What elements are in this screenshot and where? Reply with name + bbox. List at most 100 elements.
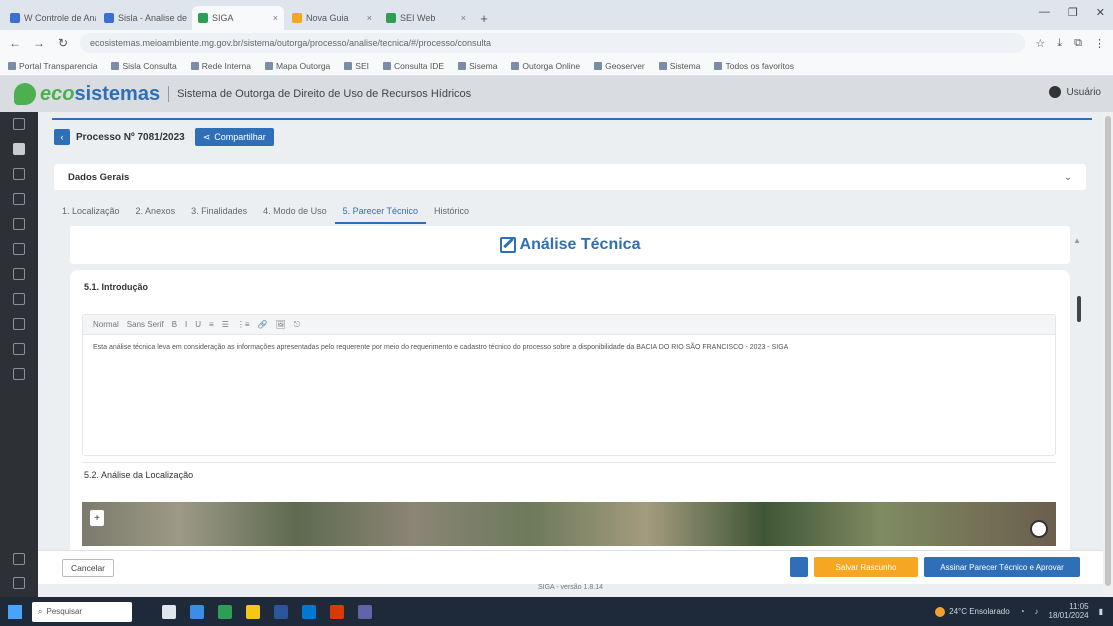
process-title: Processo Nº 7081/2023 [76,131,185,143]
tab-historico[interactable]: Histórico [426,202,477,224]
user-menu[interactable]: Usuário [1048,86,1101,98]
image-icon[interactable]: 🖼 [276,320,286,329]
bookmark-item[interactable]: Geoserver [594,61,645,71]
windows-start-icon[interactable] [8,604,22,619]
browser-tab[interactable]: W Controle de Analises× [4,6,96,30]
edge-icon[interactable] [190,604,204,619]
notifications-icon[interactable]: ▮ [1099,607,1103,616]
bookmark-icon [264,61,273,70]
report-icon[interactable] [13,343,25,355]
menu-toggle-icon[interactable] [13,118,25,130]
tab-finalidades[interactable]: 3. Finalidades [183,202,255,224]
home-icon[interactable] [13,143,25,155]
weather-widget[interactable]: 24°C Ensolarado [935,606,1010,617]
calendar-icon[interactable] [13,293,25,305]
chart-icon[interactable] [13,268,25,280]
users-icon[interactable] [13,318,25,330]
tab-favicon-icon [386,13,396,23]
ordered-list-icon[interactable]: ⋮≡ [237,320,250,329]
tab-localizacao[interactable]: 1. Localização [54,202,128,224]
settings-icon[interactable] [13,577,25,589]
browser-tab[interactable]: SEI Web × [380,6,472,30]
list-icon[interactable]: ☰ [222,320,229,329]
bookmark-item[interactable]: Consulta IDE [382,61,444,71]
save-draft-button[interactable]: Salvar Rascunho [814,557,918,577]
bold-icon[interactable]: B [172,320,177,329]
cancel-button[interactable]: Cancelar [62,559,115,577]
outlook-icon[interactable] [302,604,316,619]
action-footer: Cancelar Salvar Rascunho Assinar Parecer… [38,550,1103,584]
teams-icon[interactable] [358,604,372,619]
page-scrollbar[interactable] [1103,112,1113,597]
forward-icon[interactable]: → [32,36,46,50]
clock[interactable]: 11:05 18/01/2024 [1049,602,1089,621]
satellite-map[interactable]: + [82,502,1056,546]
sign-approve-button[interactable]: Assinar Parecer Técnico e Aprovar [924,557,1080,577]
link-icon[interactable]: 🔗 [258,320,268,329]
help-icon[interactable] [13,553,25,565]
taskbar-search[interactable]: ⌕ Pesquisar [32,601,132,622]
new-tab-button[interactable]: + [474,6,494,30]
bookmark-item[interactable]: Sistema [658,61,700,71]
bookmark-item[interactable]: Outorga Online [511,61,580,71]
tools-icon[interactable] [13,368,25,380]
ecosistemas-logo-icon [14,83,36,105]
close-icon[interactable]: × [367,13,372,23]
folder-icon[interactable] [13,243,25,255]
close-icon[interactable]: × [461,13,466,23]
bookmark-item[interactable]: Mapa Outorga [264,61,330,71]
tab-anexos[interactable]: 2. Anexos [128,202,184,224]
back-button[interactable]: ‹ [54,129,70,145]
bookmark-item[interactable]: Portal Transparencia [8,61,97,71]
sun-icon [935,606,946,617]
task-view-icon[interactable] [162,604,176,619]
powerpoint-icon[interactable] [330,604,344,619]
globe-icon[interactable] [1030,520,1048,538]
tab-modo-de-uso[interactable]: 4. Modo de Uso [255,202,335,224]
map-icon[interactable] [13,218,25,230]
file-explorer-icon[interactable] [246,604,260,619]
browser-tab[interactable]: Sisla - Analise de Pr...× [98,6,190,30]
browser-tab[interactable]: Nova Guia × [286,6,378,30]
bookmark-item-all[interactable]: Todos os favoritos [714,61,794,71]
extensions-icon[interactable]: ⧉ [1074,37,1082,50]
bookmark-item[interactable]: SEI [344,61,369,71]
clear-format-icon[interactable]: ⎋ [294,320,300,330]
bookmark-item[interactable]: Sisema [458,61,497,71]
reload-icon[interactable]: ↻ [56,36,70,50]
zoom-in-icon[interactable]: + [90,510,104,526]
underline-icon[interactable]: U [195,320,201,329]
close-window-icon[interactable]: ✕ [1096,6,1105,19]
bookmark-item[interactable]: Rede Interna [190,61,251,71]
scroll-up-icon[interactable]: ▲ [1073,236,1081,245]
share-button[interactable]: ⋖ Compartilhar [194,128,274,146]
page-scroll-thumb[interactable] [1105,116,1111,586]
volume-icon[interactable]: ♪ [1035,607,1039,616]
font-select[interactable]: Sans Serif [127,320,164,329]
download-icon[interactable]: ⤓ [1057,37,1062,50]
intro-rich-text-editor[interactable]: Normal Sans Serif B I U ≡ ☰ ⋮≡ 🔗 🖼 ⎋ Est… [82,314,1056,456]
list-icon[interactable] [13,193,25,205]
chrome-icon[interactable] [218,604,232,619]
star-icon[interactable]: ☆ [1035,37,1045,50]
menu-icon[interactable]: ⋮ [1094,37,1105,50]
minimize-icon[interactable]: — [1039,6,1050,19]
maximize-icon[interactable]: ❐ [1068,6,1078,19]
format-select[interactable]: Normal [93,320,119,329]
document-icon[interactable] [13,168,25,180]
tab-favicon-icon [10,13,20,23]
intro-text[interactable]: Esta análise técnica leva em consideraçã… [83,335,1055,361]
wifi-icon[interactable]: ◔ [1020,607,1025,616]
back-icon[interactable]: ← [8,36,22,50]
align-icon[interactable]: ≡ [209,320,214,329]
close-icon[interactable]: × [273,13,278,23]
section-scroll-thumb[interactable] [1077,296,1081,322]
url-input[interactable]: ecosistemas.meioambiente.mg.gov.br/siste… [80,33,1026,53]
browser-tab-active[interactable]: SIGA × [192,6,284,30]
word-icon[interactable] [274,604,288,619]
dados-gerais-accordion[interactable]: Dados Gerais ⌄ [54,164,1086,190]
bookmark-item[interactable]: Sisla Consulta [111,61,177,71]
italic-icon[interactable]: I [185,320,187,329]
info-button[interactable] [790,557,808,577]
tab-parecer-tecnico[interactable]: 5. Parecer Técnico [334,202,427,224]
